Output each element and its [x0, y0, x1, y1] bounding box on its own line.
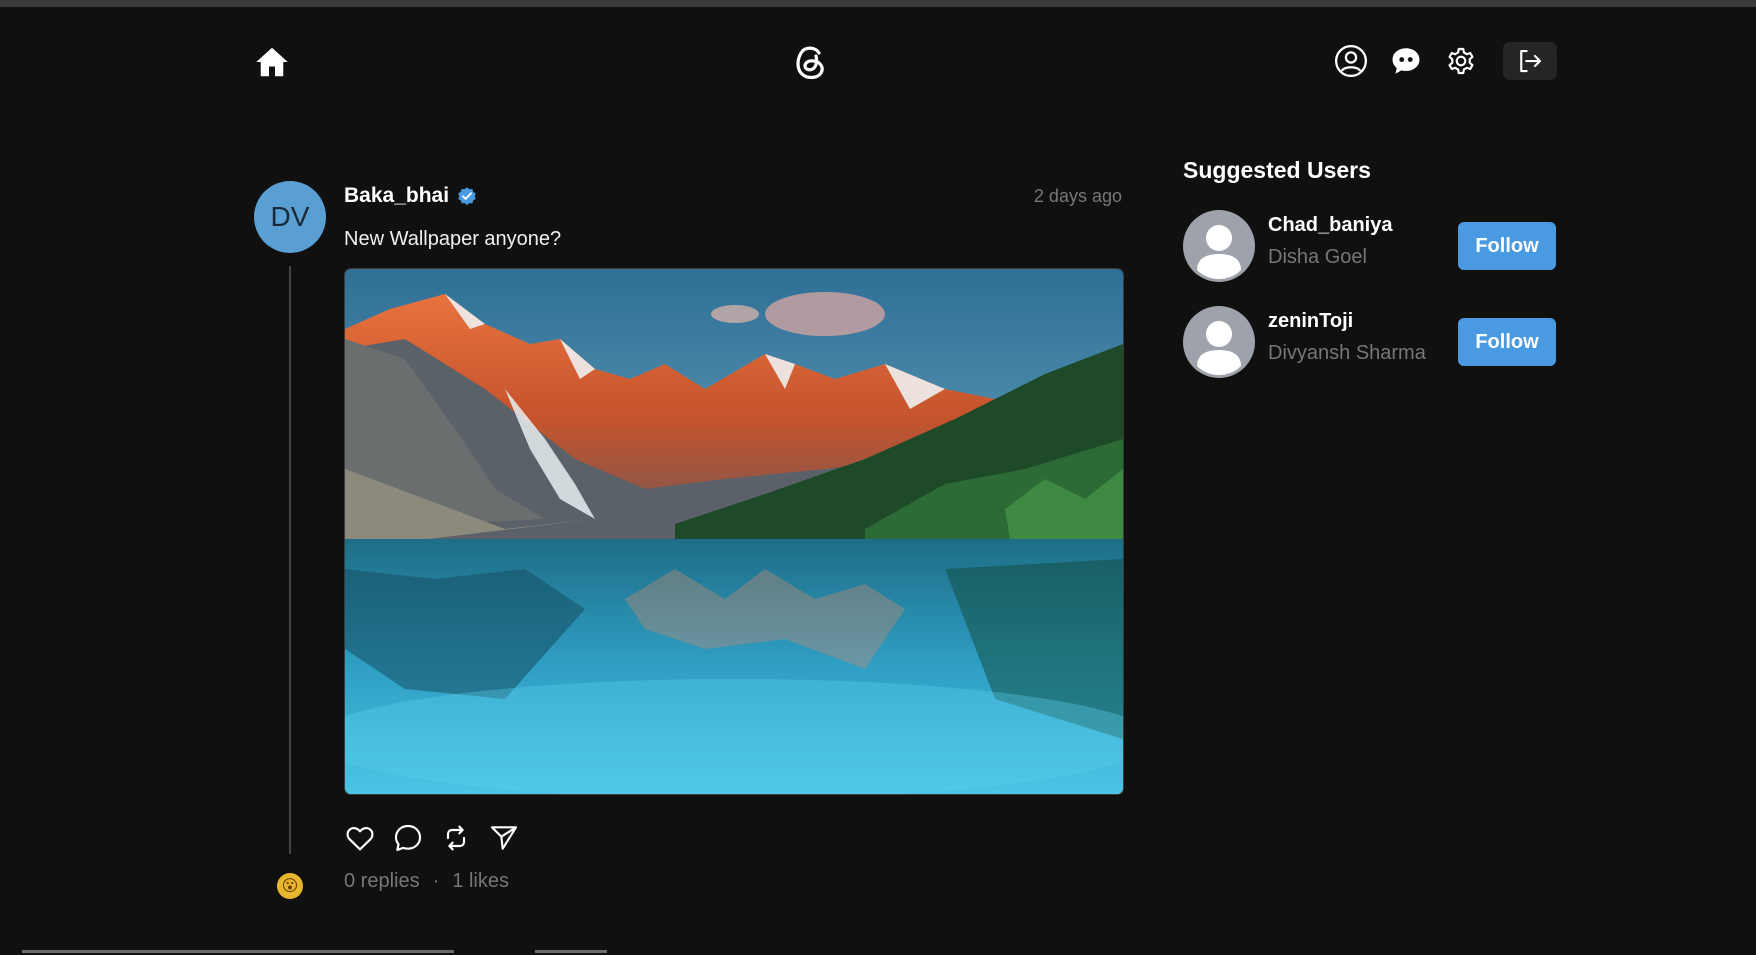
stats-separator: ·: [432, 870, 440, 892]
post-username[interactable]: Baka_bhai: [344, 184, 449, 208]
header-actions: [1333, 42, 1557, 80]
horizontal-scrollbar-segment[interactable]: [535, 950, 607, 953]
suggested-username[interactable]: Chad_baniya: [1268, 214, 1392, 237]
repost-icon[interactable]: [440, 822, 472, 854]
post-text: New Wallpaper anyone?: [344, 228, 562, 250]
post-timestamp: 2 days ago: [1033, 186, 1122, 206]
share-icon[interactable]: [488, 822, 520, 854]
avatar[interactable]: DV: [254, 181, 326, 253]
home-icon[interactable]: [254, 44, 290, 80]
logout-button[interactable]: [1503, 42, 1557, 80]
gear-icon[interactable]: [1443, 43, 1479, 79]
follow-button[interactable]: Follow: [1458, 318, 1556, 366]
comment-icon[interactable]: [392, 822, 424, 854]
suggested-username[interactable]: zeninToji: [1268, 310, 1353, 333]
suggested-fullname: Disha Goel: [1268, 246, 1367, 268]
reply-avatar[interactable]: 😮: [277, 873, 303, 899]
suggested-fullname: Divyansh Sharma: [1268, 342, 1426, 364]
post-author: Baka_bhai: [344, 184, 478, 208]
verified-badge-icon: [458, 187, 476, 206]
suggested-users-title: Suggested Users: [1183, 157, 1371, 183]
post-image[interactable]: [344, 268, 1124, 795]
thread-line: [289, 266, 291, 854]
threads-logo-icon[interactable]: [792, 41, 830, 83]
follow-button[interactable]: Follow: [1458, 222, 1556, 270]
avatar-initials: DV: [270, 201, 310, 232]
heart-icon[interactable]: [344, 822, 376, 854]
likes-count[interactable]: 1 likes: [452, 870, 509, 893]
logout-icon: [1520, 49, 1542, 73]
default-avatar-icon[interactable]: [1183, 210, 1255, 282]
horizontal-scrollbar[interactable]: [22, 950, 454, 953]
reply-emoji: 😮: [281, 878, 299, 895]
suggested-user-row: zeninToji Divyansh Sharma Follow: [1183, 306, 1556, 378]
replies-count[interactable]: 0 replies: [344, 870, 420, 893]
default-avatar-icon[interactable]: [1183, 306, 1255, 378]
post-actions: [344, 822, 536, 854]
chat-bubble-icon[interactable]: [1388, 43, 1424, 79]
post-stats: 0 replies · 1 likes: [344, 870, 509, 893]
suggested-user-row: Chad_baniya Disha Goel Follow: [1183, 210, 1556, 282]
user-circle-icon[interactable]: [1333, 43, 1369, 79]
window-top-border: [0, 0, 1756, 7]
